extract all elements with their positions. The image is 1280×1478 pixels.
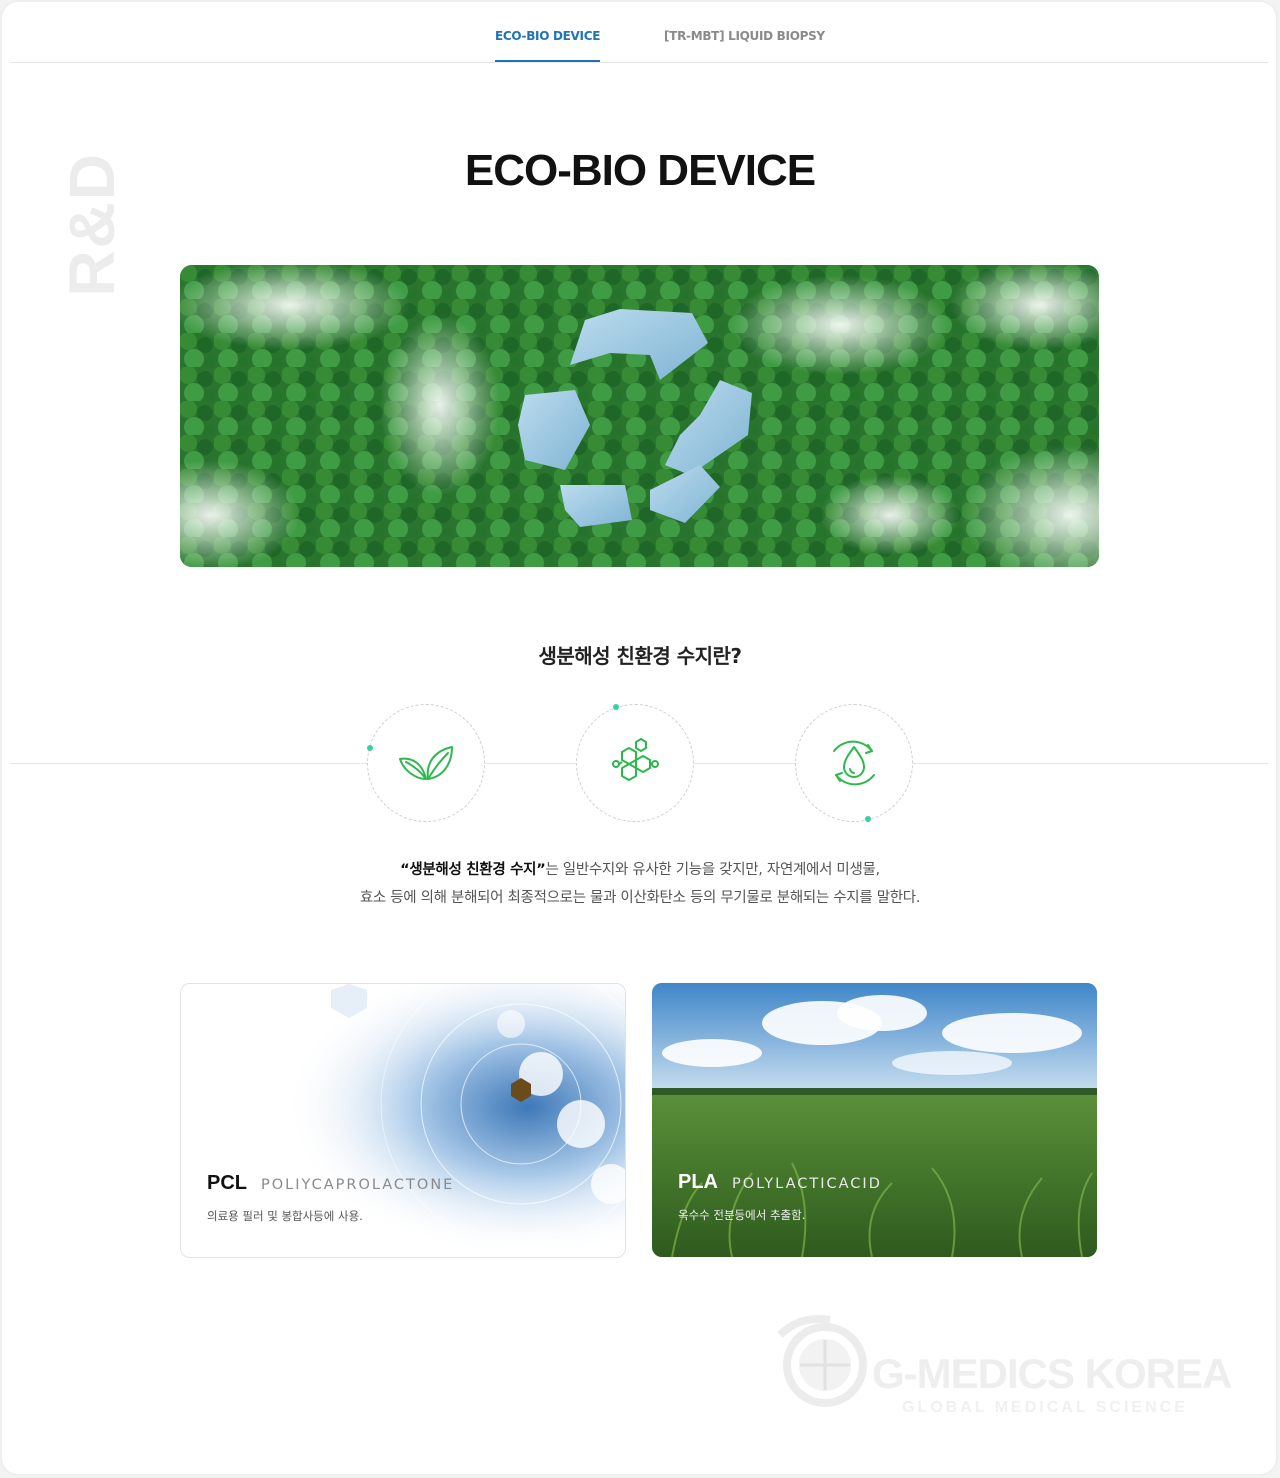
recycle-forest-image: [180, 265, 1099, 567]
tab-liquid-biopsy[interactable]: [TR-MBT] LIQUID BIOPSY: [664, 29, 825, 43]
orbit-dot: [367, 745, 373, 751]
pla-description: 옥수수 전분등에서 추출함.: [678, 1208, 806, 1222]
pla-card[interactable]: PLA POLYLACTICACID 옥수수 전분등에서 추출함.: [652, 983, 1097, 1257]
pcl-description: 의료용 필러 및 봉합사등에 사용.: [207, 1209, 363, 1223]
watermark-subtitle: GLOBAL MEDICAL SCIENCE: [902, 1399, 1188, 1416]
section-title: 생분해성 친환경 수지란?: [538, 644, 742, 668]
orbit-dot: [865, 816, 871, 822]
orbit-dot: [613, 704, 619, 710]
leaf-circle: [367, 704, 485, 822]
pla-title: PLA POLYLACTICACID: [678, 1171, 882, 1194]
company-watermark-logo: G-MEDICS KOREA GLOBAL MEDICAL SCIENCE: [770, 1310, 1232, 1420]
pla-code: PLA: [678, 1171, 718, 1193]
page-title: ECO-BIO DEVICE: [464, 146, 816, 195]
description-highlight: “생분해성 친환경 수지”: [400, 862, 546, 878]
watermark-title: G-MEDICS KOREA: [872, 1350, 1232, 1397]
pcl-code: PCL: [207, 1172, 247, 1194]
globe-icon: [777, 1315, 867, 1407]
tab-eco-bio-device[interactable]: ECO-BIO DEVICE: [495, 29, 600, 62]
water-drop-cycle-icon: [833, 740, 875, 786]
pcl-title: PCL POLIYCAPROLACTONE: [207, 1172, 454, 1195]
water-drop-circle: [795, 704, 913, 822]
hero-image: [180, 265, 1099, 567]
pla-name: POLYLACTICACID: [732, 1176, 882, 1192]
pcl-name: POLIYCAPROLACTONE: [261, 1177, 455, 1193]
description-line-1: 는 일반수지와 유사한 기능을 갖지만, 자연계에서 미생물,: [545, 862, 880, 878]
molecule-icon: [612, 738, 659, 781]
tab-bar: ECO-BIO DEVICE [TR-MBT] LIQUID BIOPSY: [10, 2, 1268, 63]
section-description: “생분해성 친환경 수지”는 일반수지와 유사한 기능을 갖지만, 자연계에서 …: [2, 856, 1276, 912]
page-frame: ECO-BIO DEVICE [TR-MBT] LIQUID BIOPSY R&…: [2, 2, 1276, 1474]
leaf-icon: [399, 746, 453, 780]
description-line-2: 효소 등에 의해 분해되어 최종적으로는 물과 이산화탄소 등의 무기물로 분해…: [359, 890, 921, 906]
molecule-circle: [576, 704, 694, 822]
pcl-card[interactable]: PCL POLIYCAPROLACTONE 의료용 필러 및 봉합사등에 사용.: [180, 983, 626, 1258]
